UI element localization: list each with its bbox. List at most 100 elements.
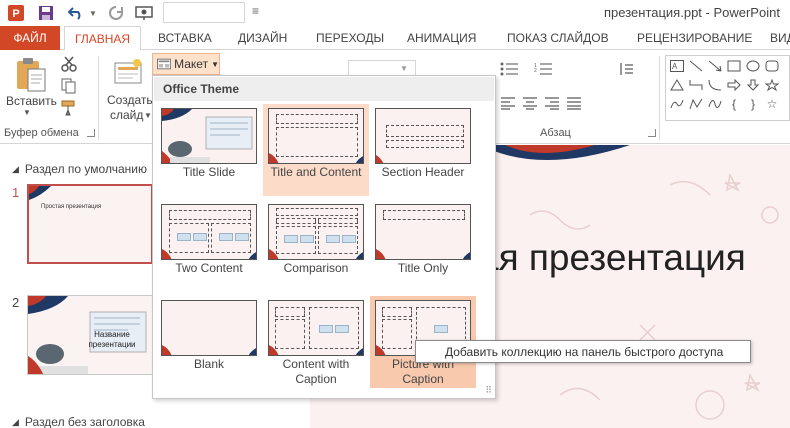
new-slide-button-label-2[interactable]: слайд	[110, 108, 143, 122]
justify-icon[interactable]	[566, 96, 582, 110]
picture-placeholder-icon	[319, 325, 333, 333]
right-brace-shape-icon[interactable]: }	[745, 97, 761, 111]
paste-dropdown-icon[interactable]: ▼	[23, 108, 31, 117]
numbering-icon[interactable]: 12	[534, 62, 554, 76]
slide-thumbnail-2[interactable]: Название презентации	[27, 295, 153, 375]
copy-icon[interactable]	[60, 77, 78, 95]
picture-placeholder-icon	[326, 235, 340, 243]
tab-transitions[interactable]: ПЕРЕХОДЫ	[316, 26, 384, 50]
paste-icon[interactable]	[14, 57, 48, 93]
layout-comparison[interactable]: Comparison	[263, 200, 369, 292]
add-gallery-to-qat-menu-item[interactable]: Добавить коллекцию на панель быстрого до…	[415, 340, 751, 363]
new-slide-icon[interactable]	[113, 57, 143, 87]
svg-text:A: A	[672, 62, 678, 71]
new-slide-dropdown-icon[interactable]: ▼	[144, 111, 152, 120]
layout-label: Blank	[193, 357, 225, 371]
undo-icon[interactable]	[66, 3, 86, 23]
slide-thumbnail-1[interactable]: Простая презентация	[27, 184, 153, 264]
picture-placeholder-icon	[335, 325, 349, 333]
scribble-shape-icon[interactable]	[707, 97, 723, 111]
curved-connector-icon[interactable]	[707, 78, 723, 92]
content-placeholder	[276, 127, 358, 157]
layout-label: Comparison	[283, 261, 349, 275]
layout-title-only[interactable]: Title Only	[370, 200, 476, 292]
tab-insert[interactable]: ВСТАВКА	[158, 26, 212, 50]
section-header-untitled[interactable]: ◢ Раздел без заголовка	[12, 415, 145, 428]
oval-shape-icon[interactable]	[745, 59, 761, 73]
triangle-shape-icon[interactable]	[669, 78, 685, 92]
font-size-dropdown-icon[interactable]: ▼	[400, 64, 408, 73]
title-placeholder	[386, 125, 464, 137]
layout-thumbnail	[161, 204, 257, 260]
undo-dropdown-icon[interactable]: ▼	[88, 3, 98, 23]
title-placeholder	[383, 210, 465, 220]
tab-animations[interactable]: АНИМАЦИЯ	[407, 26, 476, 50]
redo-icon[interactable]	[106, 3, 126, 23]
down-arrow-shape-icon[interactable]	[745, 78, 761, 92]
layout-section-header[interactable]: Section Header	[370, 104, 476, 196]
rounded-rect-shape-icon[interactable]	[764, 59, 780, 73]
new-slide-button-label[interactable]: Создать	[107, 93, 153, 107]
picture-placeholder-icon	[193, 233, 207, 241]
collapse-section-icon[interactable]: ◢	[12, 164, 19, 175]
layout-button[interactable]: Макет ▼	[152, 53, 220, 75]
paste-button-label[interactable]: Вставить	[6, 94, 57, 108]
align-center-icon[interactable]	[522, 96, 538, 110]
bullets-icon[interactable]	[500, 62, 520, 76]
group-divider	[659, 56, 660, 140]
picture-placeholder-icon	[235, 233, 249, 241]
layout-content-with-caption[interactable]: Content with Caption	[263, 296, 369, 388]
layout-thumbnail	[161, 300, 257, 356]
layout-title-slide[interactable]: Title Slide	[156, 104, 262, 196]
tab-design[interactable]: ДИЗАЙН	[238, 26, 287, 50]
star-shape-icon[interactable]	[764, 78, 780, 92]
slide-title-text[interactable]: ая презентация	[478, 237, 746, 279]
paragraph-group-label: Абзац	[540, 127, 571, 139]
align-right-icon[interactable]	[544, 96, 560, 110]
slide-number: 1	[12, 185, 20, 200]
clipboard-launcher-icon[interactable]	[87, 129, 95, 137]
text-direction-icon[interactable]	[618, 62, 634, 76]
format-painter-icon[interactable]	[60, 99, 78, 117]
tab-review[interactable]: РЕЦЕНЗИРОВАНИЕ	[637, 26, 752, 50]
window-title: презентация.ppt - PowerPoint	[604, 5, 780, 20]
layout-two-content[interactable]: Two Content	[156, 200, 262, 292]
curve-shape-icon[interactable]	[669, 97, 685, 111]
left-brace-shape-icon[interactable]: {	[726, 97, 742, 111]
tab-file[interactable]: ФАЙЛ	[0, 26, 60, 50]
layout-thumbnail	[268, 108, 364, 164]
layout-title-and-content[interactable]: Title and Content	[263, 104, 369, 196]
quick-access-gallery-box[interactable]	[163, 2, 245, 23]
align-left-icon[interactable]	[500, 96, 516, 110]
tab-slideshow[interactable]: ПОКАЗ СЛАЙДОВ	[507, 26, 609, 50]
resize-grip-icon[interactable]: ⠿	[485, 385, 492, 396]
section-title: Раздел без заголовка	[24, 415, 145, 428]
star-outline-shape-icon[interactable]: ☆	[764, 97, 780, 111]
slide-number: 2	[12, 295, 20, 310]
section-header-default[interactable]: ◢ Раздел по умолчанию	[12, 162, 147, 176]
picture-placeholder-icon	[219, 233, 233, 241]
start-slideshow-icon[interactable]	[134, 3, 154, 23]
freeform-shape-icon[interactable]	[688, 97, 704, 111]
right-arrow-shape-icon[interactable]	[726, 78, 742, 92]
shapes-gallery[interactable]: A { } ☆	[665, 55, 790, 121]
paragraph-launcher-icon[interactable]	[648, 129, 656, 137]
customize-qat-icon[interactable]: ≡	[252, 4, 259, 18]
arrow-shape-icon[interactable]	[707, 59, 723, 73]
line-shape-icon[interactable]	[688, 59, 704, 73]
elbow-connector-icon[interactable]	[688, 78, 704, 92]
layout-blank[interactable]: Blank	[156, 296, 262, 388]
save-icon[interactable]	[36, 3, 56, 23]
caption-title-placeholder	[275, 307, 305, 317]
collapse-section-icon[interactable]: ◢	[12, 417, 19, 428]
powerpoint-logo-icon[interactable]: P	[6, 3, 26, 23]
rectangle-shape-icon[interactable]	[726, 59, 742, 73]
svg-text:P: P	[12, 8, 19, 20]
layout-label: Title and Content	[270, 165, 362, 179]
right-heading-placeholder	[318, 218, 358, 224]
tab-home[interactable]: ГЛАВНАЯ	[64, 26, 142, 51]
left-heading-placeholder	[276, 218, 316, 224]
cut-icon[interactable]	[60, 55, 78, 73]
tab-view[interactable]: ВИД	[770, 26, 790, 50]
textbox-shape-icon[interactable]: A	[669, 59, 685, 73]
